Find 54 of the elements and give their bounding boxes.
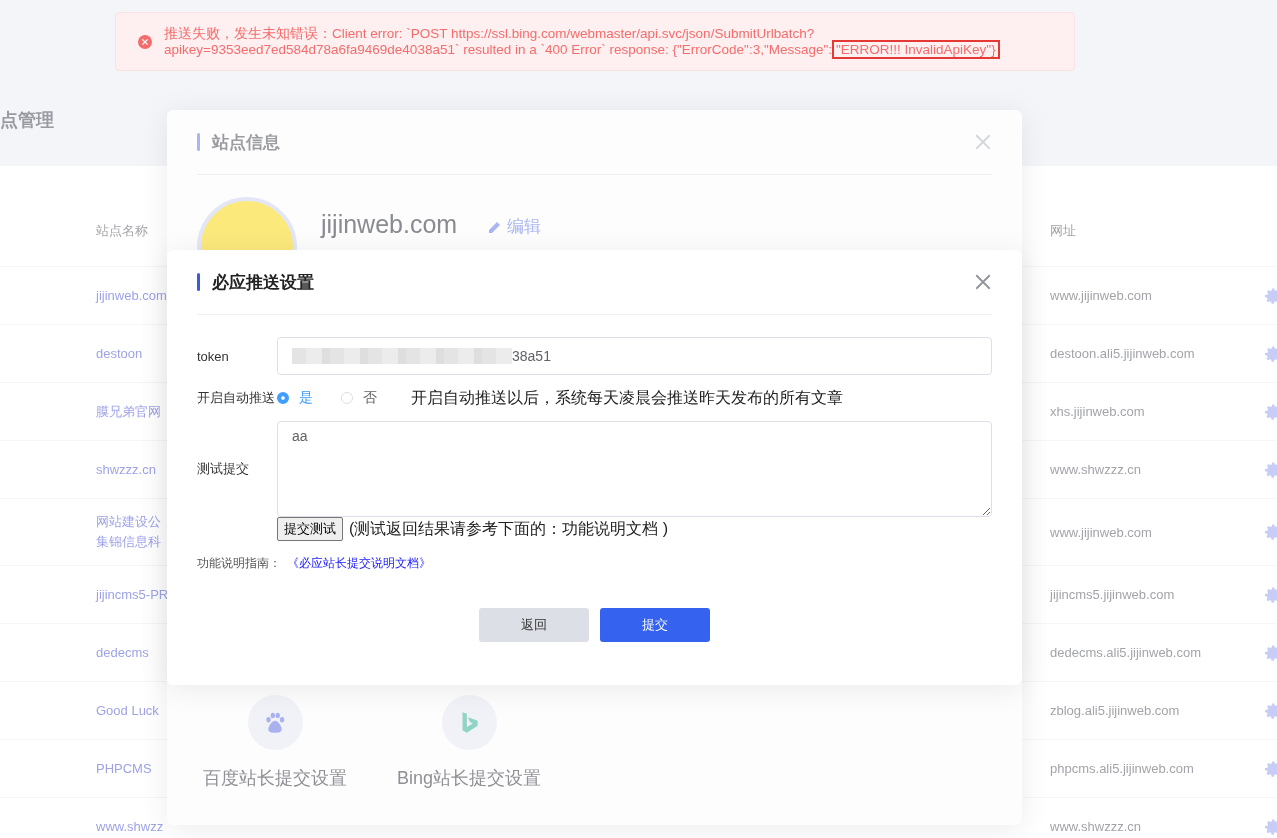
gear-icon[interactable] (1265, 759, 1277, 778)
radio-label[interactable]: 否 (363, 389, 377, 407)
site-url: jijincms5.jijinweb.com (1050, 587, 1175, 602)
submit-test-button[interactable]: 提交测试 (277, 517, 343, 541)
site-url: zblog.ali5.jijinweb.com (1050, 703, 1180, 718)
column-header: 网址 (1050, 222, 1076, 240)
site-url: www.shwzzz.cn (1050, 462, 1142, 477)
site-url: www.jijinweb.com (1050, 524, 1152, 540)
push-setting-label[interactable]: Bing站长提交设置 (397, 766, 542, 790)
gear-icon[interactable] (1265, 701, 1277, 720)
site-name: shwzzz.cn (96, 460, 156, 479)
site-name: 膜兄弟官网 (96, 402, 161, 421)
site-url: destoon.ali5.jijinweb.com (1050, 346, 1195, 361)
site-name: Good Luck (96, 701, 159, 720)
site-name: PHPCMS (96, 759, 152, 778)
site-name: 网站建设公 集锦信息科 (96, 513, 161, 551)
site-url: dedecms.ali5.jijinweb.com (1050, 645, 1201, 660)
site-domain: jijinweb.com (321, 209, 458, 239)
field-label: token (197, 348, 230, 364)
field-label: 测试提交 (197, 460, 250, 478)
site-name: jijinweb.com (96, 286, 167, 305)
dialog-title: 必应推送设置 (212, 271, 315, 294)
guide-label: 功能说明指南： (197, 555, 281, 572)
gear-icon[interactable] (1265, 585, 1277, 604)
gear-icon[interactable] (1265, 402, 1277, 421)
radio-button[interactable] (277, 392, 289, 404)
page-title: 点管理 (0, 109, 54, 132)
gear-icon[interactable] (1265, 286, 1277, 305)
site-name: jijincms5-PR (96, 585, 169, 604)
site-url: www.shwzzz.cn (1050, 819, 1142, 834)
push-setting-label[interactable]: 百度站长提交设置 (203, 766, 347, 790)
field-label: 开启自动推送 (197, 389, 276, 407)
site-url: xhs.jijinweb.com (1050, 404, 1145, 419)
column-header: 站点名称 (96, 222, 148, 240)
site-url: www.jijinweb.com (1050, 288, 1152, 303)
site-name: destoon (96, 344, 143, 363)
site-name: dedecms (96, 643, 149, 662)
back-button[interactable]: 返回 (479, 608, 589, 642)
dialog-title: 站点信息 (212, 131, 281, 154)
gear-icon[interactable] (1265, 344, 1277, 363)
gear-icon[interactable] (1265, 460, 1277, 479)
submit-button[interactable]: 提交 (600, 608, 710, 642)
site-url: phpcms.ali5.jijinweb.com (1050, 761, 1194, 776)
test-textarea[interactable]: aa (277, 421, 992, 517)
gear-icon[interactable] (1265, 817, 1277, 836)
note-text: (测试返回结果请参考下面的：功能说明文档 ) (349, 518, 669, 539)
close-icon[interactable] (974, 273, 992, 291)
token-field[interactable]: 38a51 (277, 337, 992, 375)
site-name: www.shwzz (96, 817, 164, 836)
error-message: 推送失败，发生未知错误：Client error: `POST https://ssl.bing.com/webmaster/api.svc/json/SubmitUrlbatch? apikey=9353eed7ed584d78a6fa9469de4038a51` resulted in a `400 Error` response: {"ErrorCode":3,"Message": "ERROR!!! InvalidApiKey"} (164, 25, 1064, 58)
error-icon (138, 34, 152, 49)
doc-link[interactable]: 《必应站长提交说明文档》 (287, 555, 431, 572)
gear-icon[interactable] (1265, 643, 1277, 662)
hint-text: 开启自动推送以后，系统每天凌晨会推送昨天发布的所有文章 (411, 387, 843, 408)
